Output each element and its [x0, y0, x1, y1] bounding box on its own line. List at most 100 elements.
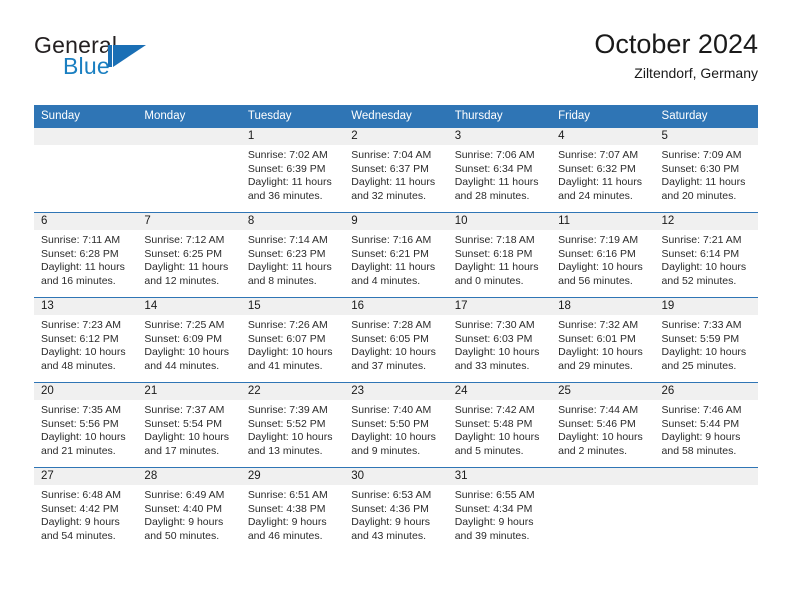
day-cell[interactable]: 1 Sunrise: 7:02 AM Sunset: 6:39 PM Daylight… [240, 128, 345, 213]
sunrise-text: Sunrise: 7:42 AM [454, 404, 535, 416]
day-number: 6 [34, 213, 138, 230]
page-header: General Blue October 2024 Ziltendorf, Ge… [34, 28, 758, 92]
daylight-text: Daylight: 11 hours and 4 minutes. [351, 261, 436, 287]
day-details: Sunrise: 7:37 AM Sunset: 5:54 PM Daylight:… [137, 400, 240, 458]
weekday-header-wednesday: Wednesday [344, 105, 448, 128]
day-cell[interactable]: 14 Sunrise: 7:25 AM Sunset: 6:09 PM Dayligh… [137, 297, 241, 383]
day-cell[interactable]: 22 Sunrise: 7:39 AM Sunset: 5:52 PM Dayligh… [240, 382, 345, 468]
day-cell[interactable] [137, 128, 241, 213]
day-details: Sunrise: 7:06 AM Sunset: 6:34 PM Daylight:… [448, 145, 551, 203]
day-number: 5 [654, 128, 758, 145]
daylight-text: Daylight: 11 hours and 12 minutes. [144, 261, 229, 287]
sunrise-text: Sunrise: 7:23 AM [41, 319, 121, 331]
day-cell[interactable]: 19 Sunrise: 7:33 AM Sunset: 5:59 PM Dayligh… [654, 297, 758, 383]
day-cell[interactable]: 25 Sunrise: 7:44 AM Sunset: 5:46 PM Dayligh… [551, 382, 655, 468]
day-cell[interactable]: 21 Sunrise: 7:37 AM Sunset: 5:54 PM Dayligh… [137, 382, 241, 468]
day-number [551, 468, 655, 485]
day-details: Sunrise: 7:44 AM Sunset: 5:46 PM Daylight:… [551, 400, 654, 458]
daylight-text: Daylight: 10 hours and 25 minutes. [661, 346, 747, 372]
day-details [34, 145, 137, 149]
day-number: 22 [240, 383, 345, 400]
day-cell[interactable]: 12 Sunrise: 7:21 AM Sunset: 6:14 PM Dayligh… [654, 212, 758, 298]
sunrise-text: Sunrise: 7:02 AM [247, 149, 328, 161]
sunrise-text: Sunrise: 7:39 AM [247, 404, 328, 416]
day-details: Sunrise: 7:09 AM Sunset: 6:30 PM Daylight:… [655, 145, 758, 203]
sunrise-text: Sunrise: 6:48 AM [41, 489, 121, 501]
day-number: 14 [137, 298, 241, 315]
day-number: 4 [551, 128, 655, 145]
day-cell[interactable]: 15 Sunrise: 7:26 AM Sunset: 6:07 PM Dayligh… [240, 297, 345, 383]
sunrise-text: Sunrise: 7:11 AM [41, 234, 121, 246]
day-cell[interactable]: 5 Sunrise: 7:09 AM Sunset: 6:30 PM Daylight… [654, 128, 758, 213]
day-cell[interactable]: 6 Sunrise: 7:11 AM Sunset: 6:28 PM Daylight… [34, 212, 138, 298]
day-number [137, 128, 241, 145]
day-cell[interactable]: 7 Sunrise: 7:12 AM Sunset: 6:25 PM Daylight… [137, 212, 241, 298]
calendar-header-row: Sunday Monday Tuesday Wednesday Thursday… [34, 105, 758, 128]
day-cell[interactable]: 23 Sunrise: 7:40 AM Sunset: 5:50 PM Dayligh… [344, 382, 448, 468]
sunset-text: Sunset: 6:21 PM [351, 247, 429, 260]
sunrise-text: Sunrise: 7:33 AM [661, 319, 742, 331]
day-cell[interactable]: 31 Sunrise: 6:55 AM Sunset: 4:34 PM Dayligh… [447, 467, 552, 552]
day-cell[interactable]: 20 Sunrise: 7:35 AM Sunset: 5:56 PM Dayligh… [34, 382, 138, 468]
day-cell[interactable]: 4 Sunrise: 7:07 AM Sunset: 6:32 PM Daylight… [551, 128, 655, 213]
day-details: Sunrise: 6:53 AM Sunset: 4:36 PM Daylight:… [344, 485, 447, 543]
day-cell[interactable] [654, 467, 758, 552]
sunset-text: Sunset: 6:01 PM [558, 332, 636, 345]
page-title: October 2024 [594, 29, 758, 59]
day-cell[interactable]: 10 Sunrise: 7:18 AM Sunset: 6:18 PM Dayligh… [447, 212, 552, 298]
sunrise-text: Sunrise: 7:06 AM [454, 149, 535, 161]
day-cell[interactable]: 11 Sunrise: 7:19 AM Sunset: 6:16 PM Dayligh… [551, 212, 655, 298]
day-cell[interactable]: 27 Sunrise: 6:48 AM Sunset: 4:42 PM Dayligh… [34, 467, 138, 552]
daylight-text: Daylight: 9 hours and 50 minutes. [144, 516, 224, 542]
day-cell[interactable]: 30 Sunrise: 6:53 AM Sunset: 4:36 PM Dayligh… [344, 467, 448, 552]
calendar-week-row: 20 Sunrise: 7:35 AM Sunset: 5:56 PM Dayligh… [34, 382, 758, 468]
sunset-text: Sunset: 6:09 PM [144, 332, 223, 345]
day-cell[interactable]: 29 Sunrise: 6:51 AM Sunset: 4:38 PM Dayligh… [240, 467, 345, 552]
daylight-text: Daylight: 10 hours and 56 minutes. [558, 261, 643, 287]
sunset-text: Sunset: 6:37 PM [351, 162, 429, 175]
day-number: 8 [240, 213, 345, 230]
day-cell[interactable]: 18 Sunrise: 7:32 AM Sunset: 6:01 PM Dayligh… [551, 297, 655, 383]
sunrise-text: Sunrise: 7:21 AM [661, 234, 742, 246]
day-cell[interactable] [34, 128, 138, 213]
day-cell[interactable]: 26 Sunrise: 7:46 AM Sunset: 5:44 PM Dayligh… [654, 382, 758, 468]
sunset-text: Sunset: 4:34 PM [454, 502, 533, 515]
day-cell[interactable]: 17 Sunrise: 7:30 AM Sunset: 6:03 PM Dayligh… [447, 297, 552, 383]
sunset-text: Sunset: 6:23 PM [247, 247, 326, 260]
daylight-text: Daylight: 11 hours and 24 minutes. [558, 176, 642, 202]
day-cell[interactable] [551, 467, 655, 552]
day-cell[interactable]: 13 Sunrise: 7:23 AM Sunset: 6:12 PM Dayligh… [34, 297, 138, 383]
day-number: 18 [551, 298, 655, 315]
day-cell[interactable]: 28 Sunrise: 6:49 AM Sunset: 4:40 PM Dayligh… [137, 467, 241, 552]
sunrise-text: Sunrise: 7:44 AM [558, 404, 639, 416]
day-cell[interactable]: 2 Sunrise: 7:04 AM Sunset: 6:37 PM Daylight… [344, 128, 448, 213]
sunset-text: Sunset: 4:42 PM [41, 502, 119, 515]
sunset-text: Sunset: 6:12 PM [41, 332, 119, 345]
day-details [551, 485, 654, 489]
weekday-header-thursday: Thursday [447, 105, 552, 128]
day-details: Sunrise: 7:18 AM Sunset: 6:18 PM Daylight:… [448, 230, 551, 288]
daylight-text: Daylight: 10 hours and 37 minutes. [351, 346, 436, 372]
daylight-text: Daylight: 11 hours and 36 minutes. [247, 176, 332, 202]
day-cell[interactable]: 8 Sunrise: 7:14 AM Sunset: 6:23 PM Daylight… [240, 212, 345, 298]
day-cell[interactable]: 3 Sunrise: 7:06 AM Sunset: 6:34 PM Daylight… [447, 128, 552, 213]
day-cell[interactable]: 9 Sunrise: 7:16 AM Sunset: 6:21 PM Daylight… [344, 212, 448, 298]
sunset-text: Sunset: 6:30 PM [661, 162, 740, 175]
sunset-text: Sunset: 6:32 PM [558, 162, 636, 175]
daylight-text: Daylight: 10 hours and 48 minutes. [41, 346, 126, 372]
day-number: 30 [344, 468, 448, 485]
day-number: 27 [34, 468, 138, 485]
day-cell[interactable]: 16 Sunrise: 7:28 AM Sunset: 6:05 PM Dayligh… [344, 297, 448, 383]
weekday-header-saturday: Saturday [654, 105, 758, 128]
day-details: Sunrise: 7:14 AM Sunset: 6:23 PM Daylight:… [241, 230, 344, 288]
sunset-text: Sunset: 6:05 PM [351, 332, 429, 345]
sunrise-text: Sunrise: 7:18 AM [454, 234, 535, 246]
day-details: Sunrise: 7:04 AM Sunset: 6:37 PM Daylight:… [344, 145, 447, 203]
day-details: Sunrise: 7:33 AM Sunset: 5:59 PM Daylight:… [655, 315, 758, 373]
day-cell[interactable]: 24 Sunrise: 7:42 AM Sunset: 5:48 PM Dayligh… [447, 382, 552, 468]
day-details: Sunrise: 7:46 AM Sunset: 5:44 PM Daylight:… [655, 400, 758, 458]
daylight-text: Daylight: 10 hours and 5 minutes. [454, 431, 540, 457]
general-blue-logo[interactable]: General Blue [34, 32, 214, 90]
calendar-week-row: 27 Sunrise: 6:48 AM Sunset: 4:42 PM Dayligh… [34, 467, 758, 552]
calendar-body: 1 Sunrise: 7:02 AM Sunset: 6:39 PM Daylight… [34, 128, 758, 552]
